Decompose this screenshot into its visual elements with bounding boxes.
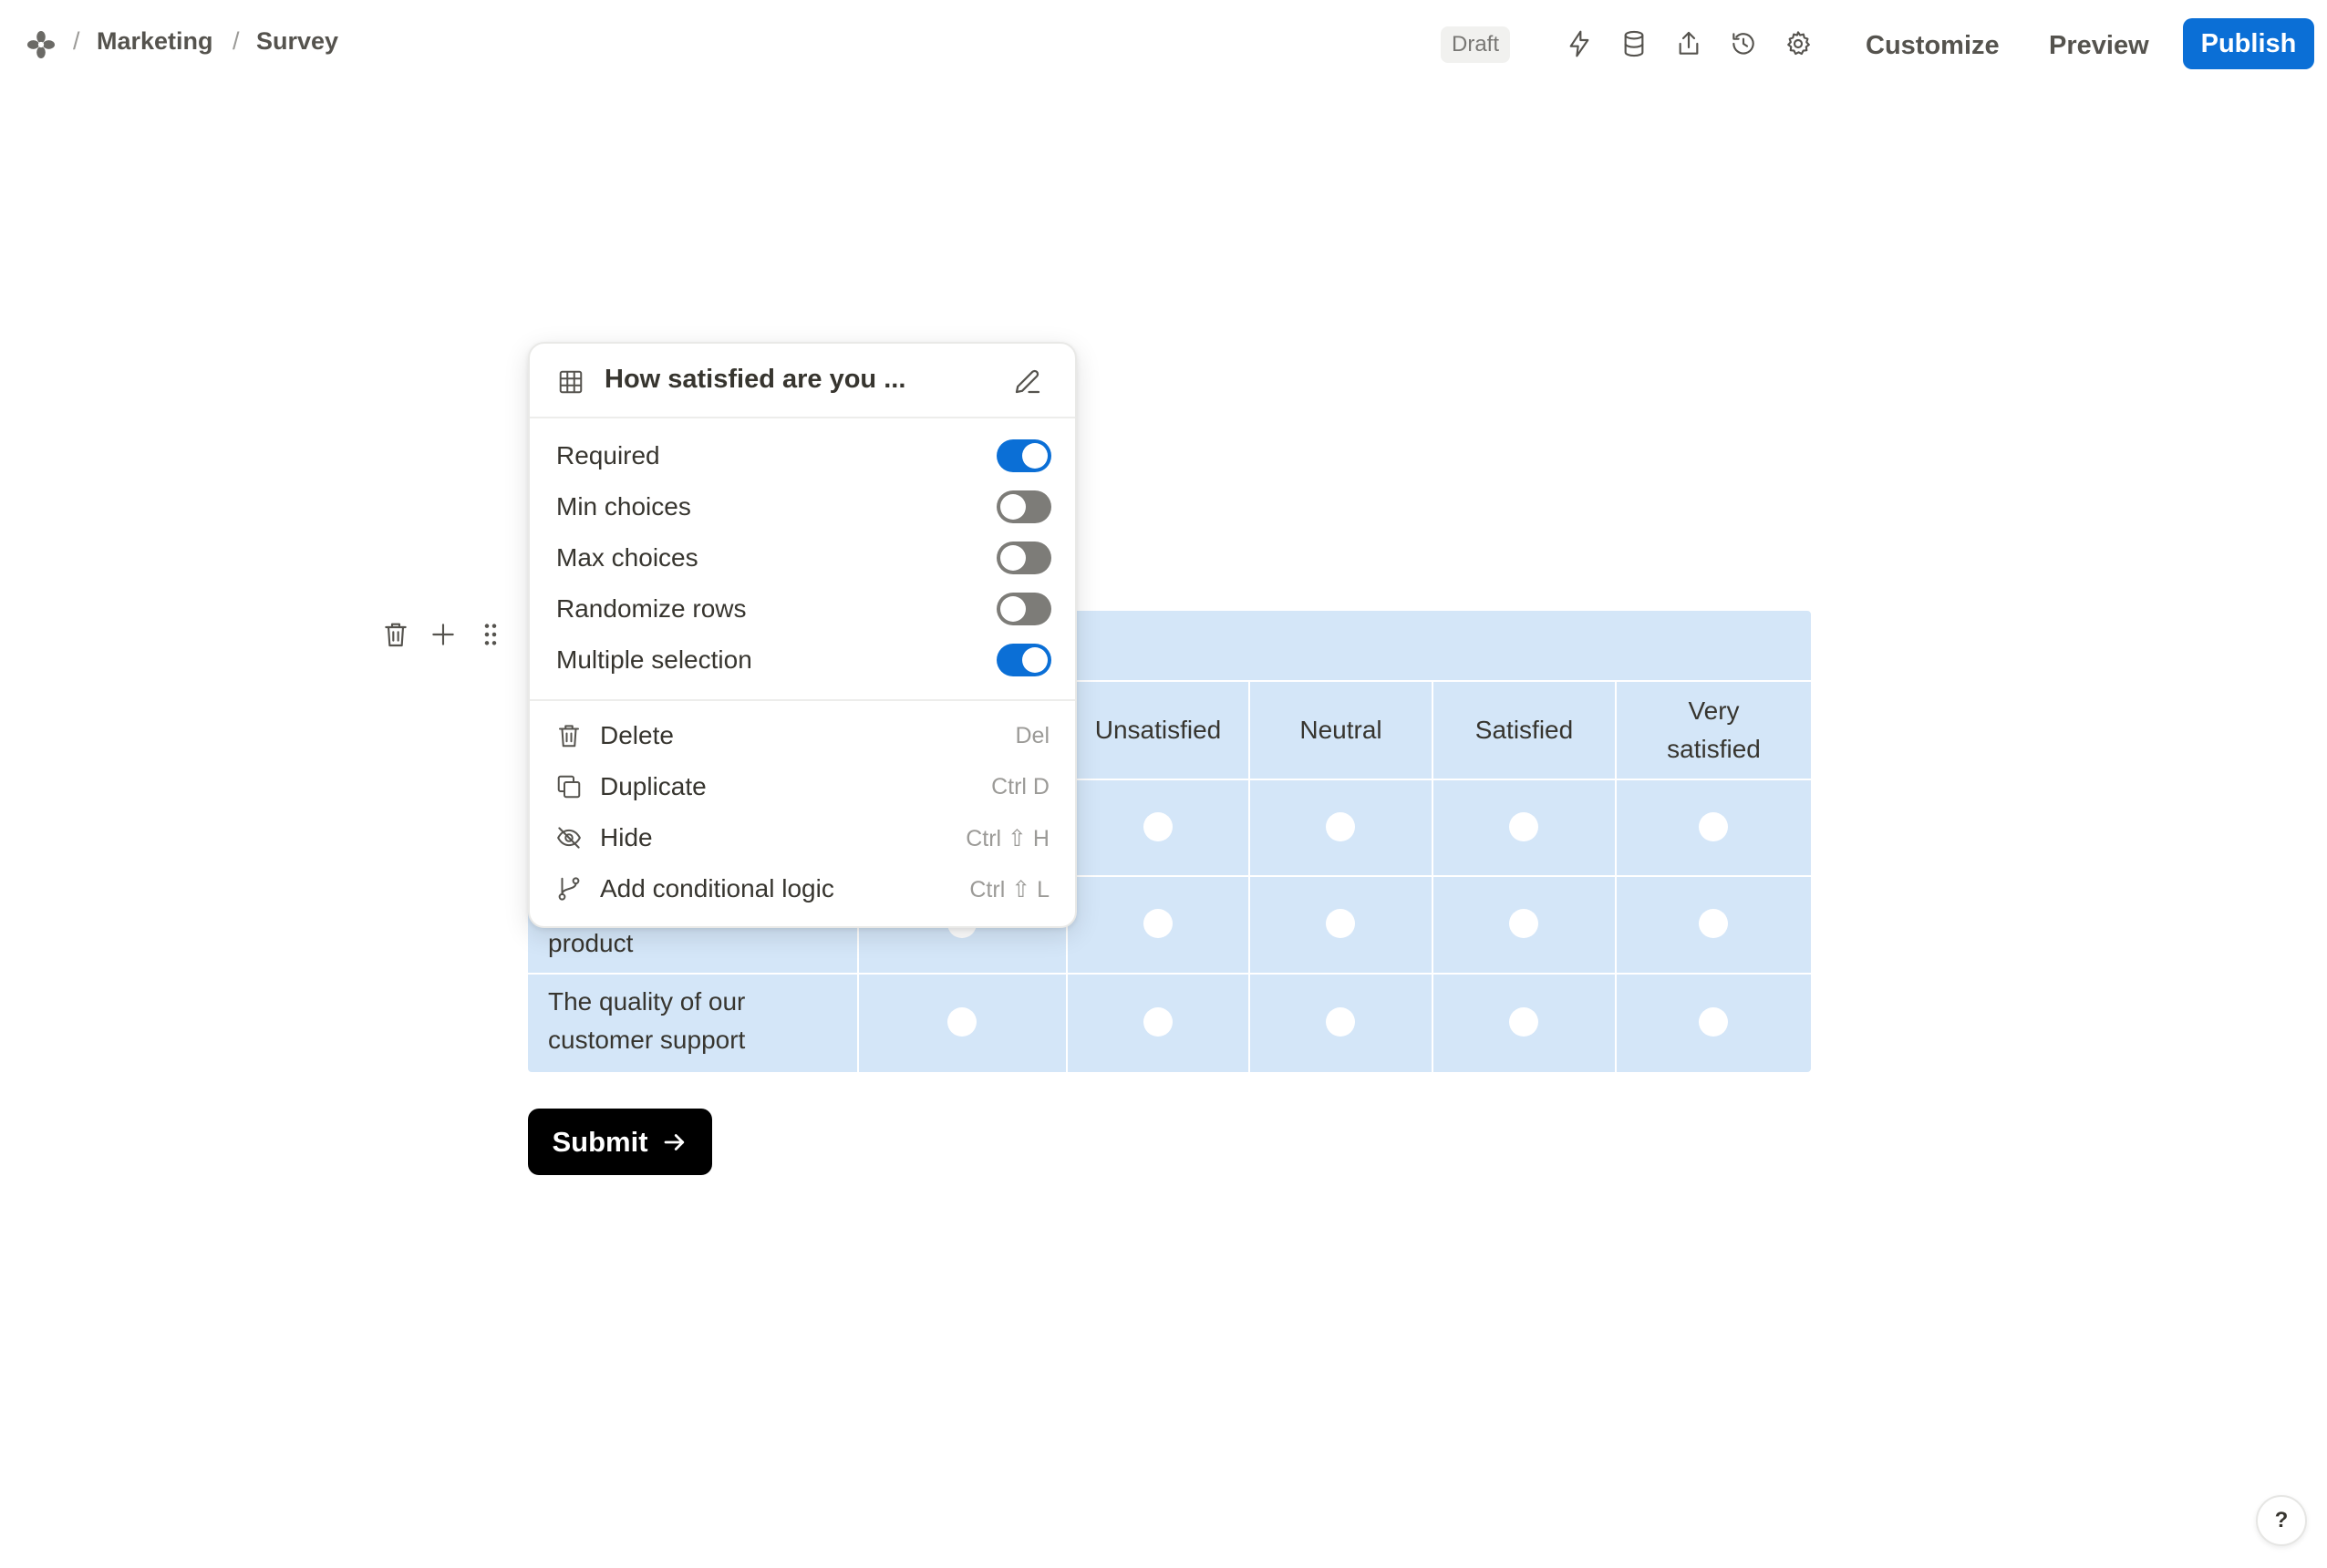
toggle-knob — [1000, 545, 1026, 571]
matrix-radio[interactable] — [1143, 1007, 1173, 1037]
matrix-radio[interactable] — [1509, 812, 1538, 841]
required-toggle[interactable] — [997, 439, 1051, 472]
matrix-radio[interactable] — [1699, 1007, 1728, 1037]
toggle-knob — [1000, 494, 1026, 520]
top-bar: / Marketing / Survey Draft Customize Pre… — [0, 0, 2327, 91]
drag-handle-icon[interactable] — [474, 618, 507, 651]
duplicate-icon — [557, 775, 581, 799]
shortcut-hint: Ctrl D — [991, 774, 1050, 799]
eye-off-icon — [557, 827, 581, 849]
trash-icon[interactable] — [379, 618, 412, 651]
history-icon[interactable] — [1725, 26, 1762, 62]
submit-label: Submit — [552, 1125, 648, 1158]
column-header-unsatisfied: Unsatisfied — [1094, 716, 1222, 744]
menu-item-label: Add conditional logic — [600, 874, 834, 903]
menu-question-title: How satisfied are you ... — [605, 365, 906, 394]
menu-header: How satisfied are you ... — [530, 344, 1075, 418]
menu-item-hide[interactable]: Hide Ctrl ⇧ H — [530, 812, 1075, 863]
toggle-label: Multiple selection — [556, 645, 752, 674]
arrow-right-icon — [664, 1133, 684, 1150]
column-header-very-satisfied: Very satisfied — [1667, 696, 1761, 763]
gear-icon[interactable] — [1780, 26, 1816, 62]
breadcrumb-survey[interactable]: Survey — [256, 27, 338, 56]
preview-button[interactable]: Preview — [2049, 20, 2149, 71]
menu-item-label: Hide — [600, 823, 653, 851]
breadcrumb-marketing[interactable]: Marketing — [97, 27, 213, 56]
menu-item-label: Delete — [600, 721, 674, 749]
edit-pencil-icon[interactable] — [1011, 365, 1044, 397]
branch-icon — [558, 877, 580, 901]
status-badge: Draft — [1441, 26, 1511, 63]
workspace-logo-icon[interactable] — [26, 29, 57, 60]
toggle-knob — [1022, 647, 1048, 673]
table-grid-icon — [559, 370, 583, 394]
grid-line — [528, 973, 1811, 975]
max-choices-toggle[interactable] — [997, 542, 1051, 574]
row-label-customer-support: The quality of our customer support — [548, 987, 746, 1054]
toggle-label: Randomize rows — [556, 594, 747, 623]
database-icon[interactable] — [1616, 26, 1652, 62]
matrix-radio[interactable] — [1509, 909, 1538, 938]
matrix-radio[interactable] — [1509, 1007, 1538, 1037]
matrix-radio[interactable] — [1326, 812, 1355, 841]
toggle-knob — [1022, 443, 1048, 469]
matrix-radio[interactable] — [1326, 1007, 1355, 1037]
matrix-radio[interactable] — [1699, 909, 1728, 938]
share-icon[interactable] — [1670, 26, 1707, 62]
toggle-label: Required — [556, 441, 660, 469]
menu-item-add-conditional-logic[interactable]: Add conditional logic Ctrl ⇧ L — [530, 863, 1075, 914]
submit-button[interactable]: Submit — [528, 1109, 712, 1175]
matrix-radio[interactable] — [947, 1007, 977, 1037]
toggle-row-required[interactable]: Required — [530, 430, 1075, 481]
toggle-row-max-choices[interactable]: Max choices — [530, 532, 1075, 583]
menu-item-label: Duplicate — [600, 772, 707, 800]
help-button[interactable]: ? — [2256, 1495, 2307, 1546]
shortcut-hint: Ctrl ⇧ H — [966, 826, 1050, 851]
menu-item-duplicate[interactable]: Duplicate Ctrl D — [530, 761, 1075, 812]
matrix-radio[interactable] — [1143, 909, 1173, 938]
min-choices-toggle[interactable] — [997, 490, 1051, 523]
matrix-radio[interactable] — [1699, 812, 1728, 841]
toggle-label: Max choices — [556, 543, 698, 572]
lightning-icon[interactable] — [1561, 26, 1598, 62]
toggle-row-min-choices[interactable]: Min choices — [530, 481, 1075, 532]
breadcrumb-separator: / — [233, 27, 240, 55]
menu-divider — [530, 699, 1075, 701]
menu-item-delete[interactable]: Delete Del — [530, 710, 1075, 761]
customize-button[interactable]: Customize — [1866, 20, 2000, 71]
column-header-satisfied: Satisfied — [1474, 716, 1574, 744]
matrix-radio[interactable] — [1326, 909, 1355, 938]
toggle-label: Min choices — [556, 492, 691, 521]
toggle-row-randomize-rows[interactable]: Randomize rows — [530, 583, 1075, 634]
row-label-product: product — [548, 929, 634, 957]
trash-icon — [559, 725, 579, 748]
column-header-neutral: Neutral — [1299, 716, 1382, 744]
shortcut-hint: Ctrl ⇧ L — [969, 877, 1050, 903]
question-options-menu: How satisfied are you ... Required Min c… — [528, 342, 1077, 928]
toggle-knob — [1000, 596, 1026, 622]
randomize-rows-toggle[interactable] — [997, 593, 1051, 625]
matrix-radio[interactable] — [1143, 812, 1173, 841]
toggle-row-multiple-selection[interactable]: Multiple selection — [530, 634, 1075, 686]
shortcut-hint: Del — [1015, 723, 1050, 748]
plus-icon[interactable] — [427, 618, 460, 651]
publish-button[interactable]: Publish — [2183, 18, 2314, 69]
multiple-selection-toggle[interactable] — [997, 644, 1051, 676]
breadcrumb-separator: / — [73, 27, 80, 55]
